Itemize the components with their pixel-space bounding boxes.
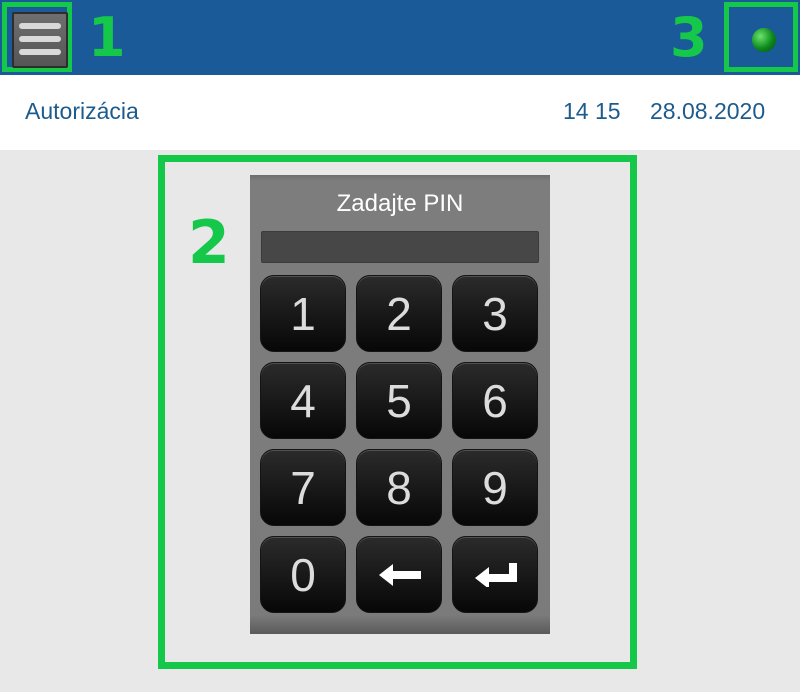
date-display: 28.08.2020	[650, 98, 766, 124]
key-3[interactable]: 3	[452, 275, 538, 352]
callout-label-2: 2	[188, 208, 230, 278]
menu-button-highlight	[2, 2, 72, 72]
backspace-icon	[379, 564, 421, 586]
callout-label-1: 1	[88, 6, 126, 69]
key-5[interactable]: 5	[356, 362, 442, 439]
callout-label-3: 3	[670, 6, 708, 69]
page-title: Autorizácia	[25, 98, 139, 124]
enter-icon	[475, 563, 517, 587]
sub-header: Autorizácia 14 15 28.08.2020	[0, 75, 800, 150]
pin-prompt: Zadajte PIN	[336, 190, 464, 217]
key-1[interactable]: 1	[260, 275, 346, 352]
key-6[interactable]: 6	[452, 362, 538, 439]
time-display: 14 15	[563, 98, 621, 124]
status-indicator-highlight	[724, 2, 798, 72]
key-9[interactable]: 9	[452, 449, 538, 526]
backspace-button[interactable]	[356, 536, 442, 613]
menu-button[interactable]	[12, 12, 68, 68]
top-bar: 1 3	[0, 0, 800, 75]
connection-status-icon[interactable]	[752, 28, 776, 52]
enter-button[interactable]	[452, 536, 538, 613]
key-0[interactable]: 0	[260, 536, 346, 613]
key-2[interactable]: 2	[356, 275, 442, 352]
pin-keypad: Zadajte PIN 1 2 3 4 5 6 7 8 9 0	[250, 175, 550, 634]
key-8[interactable]: 8	[356, 449, 442, 526]
pin-input[interactable]	[261, 231, 539, 263]
key-4[interactable]: 4	[260, 362, 346, 439]
key-7[interactable]: 7	[260, 449, 346, 526]
